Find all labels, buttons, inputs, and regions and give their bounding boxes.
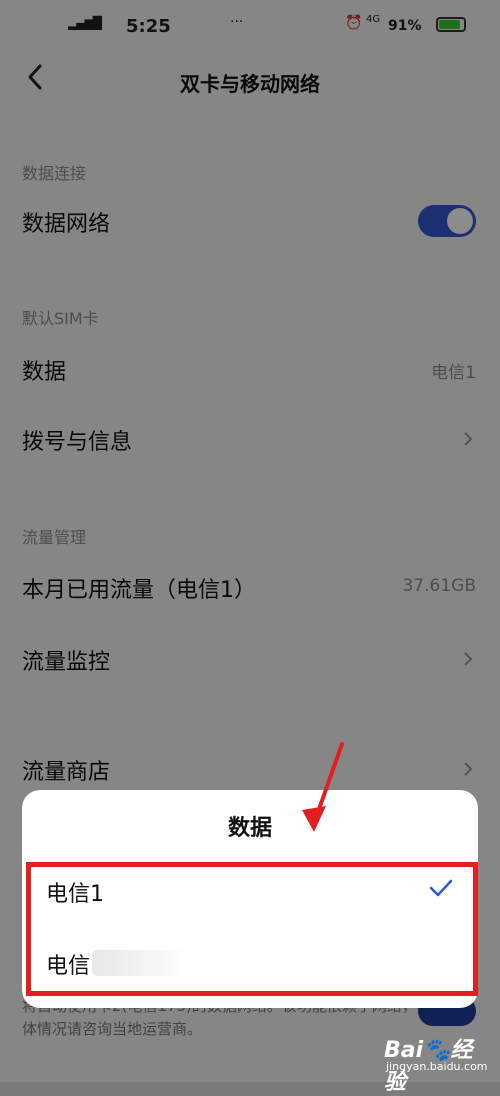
dialog-title: 数据	[227, 816, 272, 841]
watermark: Bai🐾经验 jingyan.baidu.com	[382, 1030, 492, 1095]
watermark-sub: jingyan.baidu.com	[386, 1060, 488, 1073]
highlight-box	[26, 862, 478, 996]
annotation-arrow-icon	[302, 742, 344, 832]
